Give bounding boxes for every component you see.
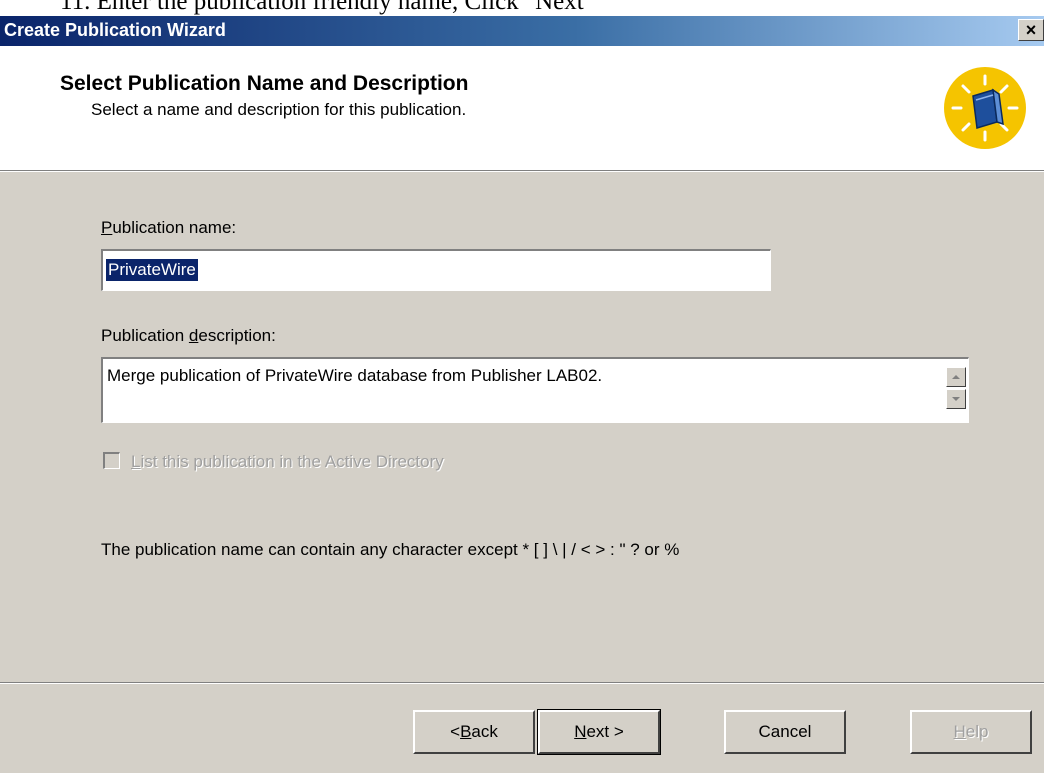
publication-description-textarea[interactable]: Merge publication of PrivateWire databas…: [100, 356, 970, 424]
document-caption: 11. Enter the publication friendly name,…: [60, 0, 594, 15]
close-icon: ×: [1025, 19, 1037, 40]
footer-separator: [0, 682, 1044, 684]
header-separator: [0, 170, 1044, 172]
active-directory-checkbox[interactable]: [103, 452, 120, 469]
publication-description-label: Publication description:: [101, 326, 276, 345]
scroll-down-button[interactable]: [946, 389, 966, 409]
next-button[interactable]: Next >: [537, 709, 661, 755]
page-title: Select Publication Name and Description: [60, 72, 469, 95]
scroll-up-button[interactable]: [946, 367, 966, 387]
publication-name-input[interactable]: PrivateWire: [100, 248, 772, 292]
cancel-button[interactable]: Cancel: [724, 710, 846, 754]
publication-name-label: Publication name:: [101, 218, 237, 237]
active-directory-checkbox-label: List this publication in the Active Dire…: [131, 452, 444, 471]
page-subtitle: Select a name and description for this p…: [91, 100, 467, 119]
help-button[interactable]: Help: [910, 710, 1032, 754]
window-title: Create Publication Wizard: [4, 20, 226, 40]
back-button[interactable]: < Back: [413, 710, 535, 754]
title-bar[interactable]: Create Publication Wizard ×: [0, 16, 1044, 46]
scroll-up-arrow-icon: [952, 375, 960, 379]
wizard-dialog: Create Publication Wizard × Select Publi…: [0, 16, 1044, 773]
publication-description-value: Merge publication of PrivateWire databas…: [107, 366, 603, 385]
scroll-down-arrow-icon: [952, 397, 960, 401]
publication-name-value: PrivateWire: [106, 259, 198, 281]
wizard-header: Select Publication Name and Description …: [0, 46, 1044, 170]
wizard-book-icon: [944, 67, 1026, 149]
name-restriction-hint: The publication name can contain any cha…: [101, 540, 680, 559]
close-button[interactable]: ×: [1018, 19, 1044, 41]
